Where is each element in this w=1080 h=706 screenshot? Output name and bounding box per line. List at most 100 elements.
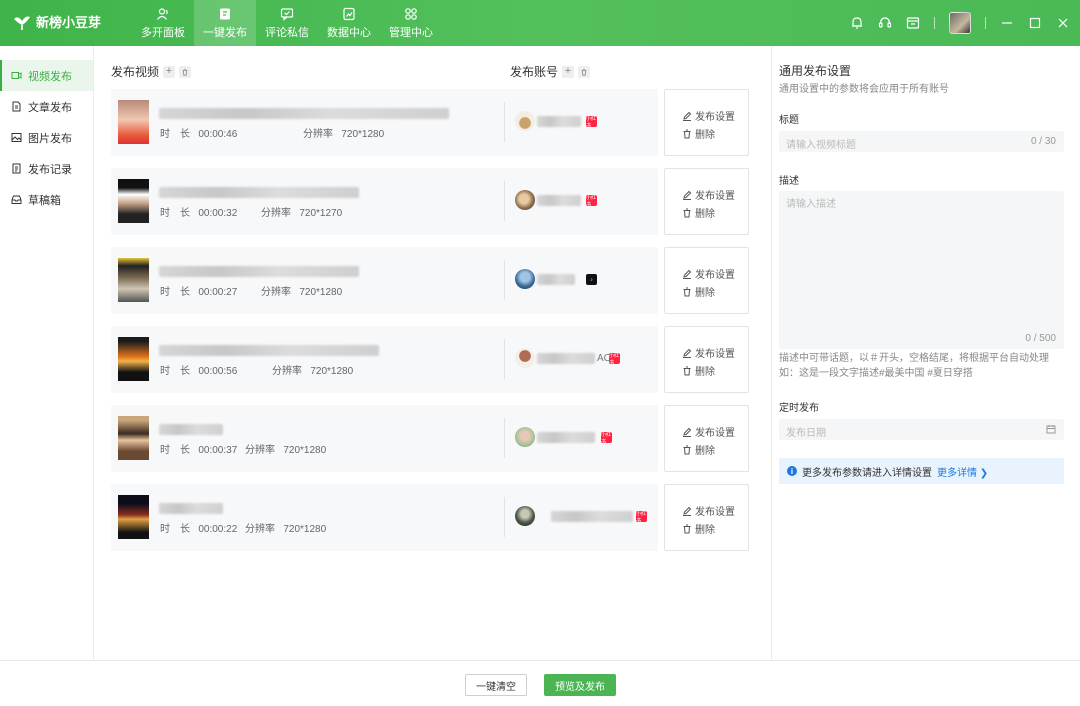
nav-label: 多开面板 (141, 26, 185, 39)
description-label: 描述 (779, 176, 799, 187)
video-thumbnail[interactable] (118, 100, 149, 144)
video-card: 时 长 00:00:27 分辨率 720*1280 ♪ (111, 247, 658, 314)
publish-icon (220, 8, 230, 19)
headset-icon[interactable] (878, 16, 892, 30)
video-thumbnail[interactable] (118, 416, 149, 460)
video-section-header: 发布视频 + (111, 63, 192, 80)
delete-button[interactable]: 删除 (682, 126, 715, 141)
video-card: 时 长 00:00:37 分辨率 720*1280 小红书 (111, 405, 658, 472)
video-card: 时 长 00:00:46 分辨率 720*1280 小红书 (111, 89, 658, 156)
nav-data-center[interactable]: 数据中心 (318, 0, 380, 46)
video-thumbnail[interactable] (118, 495, 149, 539)
trash-icon[interactable] (578, 65, 591, 78)
delete-button[interactable]: 删除 (682, 205, 715, 220)
nav-management[interactable]: 管理中心 (380, 0, 442, 46)
add-account-icon[interactable]: + (562, 65, 575, 78)
bell-icon[interactable] (850, 16, 864, 30)
nav-label: 评论私信 (265, 26, 309, 39)
edit-icon (683, 506, 692, 516)
record-icon (12, 163, 21, 174)
video-resolution: 分辨率 720*1280 (272, 366, 354, 377)
publish-settings-button[interactable]: 发布设置 (682, 266, 735, 281)
more-details-link[interactable]: 更多详情 ❯ (937, 464, 988, 479)
divider (504, 181, 505, 221)
info-banner: i 更多发布参数请进入详情设置 更多详情 ❯ (779, 458, 1064, 484)
sidebar-item-video-publish[interactable]: 视频发布 (0, 60, 93, 91)
nav-label: 数据中心 (327, 26, 371, 39)
divider (934, 17, 935, 29)
delete-button[interactable]: 删除 (682, 442, 715, 457)
video-resolution: 分辨率 720*1280 (303, 129, 385, 140)
schedule-date-input[interactable]: 发布日期 (779, 419, 1064, 440)
card-actions: 发布设置 删除 (664, 247, 749, 314)
sidebar-item-publish-record[interactable]: 发布记录 (0, 153, 93, 184)
delete-button[interactable]: 删除 (682, 284, 715, 299)
minimize-icon[interactable] (1000, 16, 1014, 30)
inbox-icon[interactable] (906, 16, 920, 30)
video-meta: 时 长 00:00:46 (160, 129, 238, 140)
schedule-placeholder: 发布日期 (786, 428, 826, 439)
publish-settings-button[interactable]: 发布设置 (682, 345, 735, 360)
drafts-icon (11, 195, 22, 204)
trash-icon (683, 445, 691, 454)
delete-button[interactable]: 删除 (682, 521, 715, 536)
edit-icon (683, 111, 692, 121)
video-meta: 时 长 00:00:32 (160, 208, 238, 219)
video-card: 时 长 00:00:32 分辨率 720*1270 小红书 (111, 168, 658, 235)
xiaohongshu-icon: 小红书 (609, 352, 620, 366)
nav-one-click-publish[interactable]: 一键发布 (194, 0, 256, 46)
trash-icon[interactable] (179, 65, 192, 78)
sidebar: 视频发布 文章发布 图片发布 发布记录 草稿箱 (0, 46, 94, 660)
info-icon: i (787, 466, 797, 476)
publish-settings-button[interactable]: 发布设置 (682, 108, 735, 123)
video-card: 时 长 00:00:56 分辨率 720*1280 AC 小红书 (111, 326, 658, 393)
delete-button[interactable]: 删除 (682, 363, 715, 378)
topic-hint: 描述中可带话题，以＃开头，空格结尾，将根据平台自动处理 如：这是一段文字描述#最… (779, 351, 1064, 381)
trash-icon (683, 366, 691, 375)
sidebar-item-article-publish[interactable]: 文章发布 (0, 91, 93, 122)
trash-icon (683, 208, 691, 217)
divider (504, 260, 505, 300)
publish-settings-button[interactable]: 发布设置 (682, 187, 735, 202)
settings-subtitle: 通用设置中的参数将会应用于所有账号 (779, 84, 949, 95)
video-thumbnail[interactable] (118, 258, 149, 302)
title-placeholder: 请输入视频标题 (786, 140, 856, 151)
card-actions: 发布设置 删除 (664, 326, 749, 393)
sidebar-item-label: 文章发布 (28, 101, 72, 114)
video-resolution: 分辨率 720*1280 (261, 287, 343, 298)
publish-settings-button[interactable]: 发布设置 (682, 503, 735, 518)
video-title-blurred (159, 345, 379, 356)
add-video-icon[interactable]: + (163, 65, 176, 78)
preview-publish-button[interactable]: 预览及发布 (544, 674, 616, 696)
video-thumbnail[interactable] (118, 179, 149, 223)
nav-multi-panel[interactable]: 多开面板 (132, 0, 194, 46)
video-title-blurred (159, 424, 223, 435)
description-textarea[interactable]: 请输入描述 0 / 500 (779, 191, 1064, 349)
description-placeholder: 请输入描述 (786, 199, 836, 210)
xiaohongshu-icon: 小红书 (636, 510, 647, 524)
account-name-blurred (551, 511, 633, 522)
video-resolution: 分辨率 720*1280 (245, 524, 327, 535)
video-title-blurred (159, 266, 359, 277)
account-avatar (515, 269, 535, 289)
sidebar-item-drafts[interactable]: 草稿箱 (0, 184, 93, 215)
video-title-blurred (159, 187, 359, 198)
divider (504, 339, 505, 379)
close-icon[interactable] (1056, 16, 1070, 30)
clear-all-button[interactable]: 一键清空 (465, 674, 527, 696)
title-char-count: 0 / 30 (1030, 136, 1056, 147)
title-input[interactable]: 请输入视频标题 0 / 30 (779, 131, 1064, 152)
account-header-label: 发布账号 (510, 65, 559, 79)
user-avatar[interactable] (949, 12, 971, 34)
video-thumbnail[interactable] (118, 337, 149, 381)
sidebar-item-image-publish[interactable]: 图片发布 (0, 122, 93, 153)
nav-comments[interactable]: 评论私信 (256, 0, 318, 46)
card-actions: 发布设置 删除 (664, 484, 749, 551)
maximize-icon[interactable] (1028, 16, 1042, 30)
account-name-blurred (537, 274, 575, 285)
title-label: 标题 (779, 115, 799, 126)
main-nav: 多开面板 一键发布 评论私信 数据中心 管理中心 (132, 0, 442, 46)
schedule-label: 定时发布 (779, 403, 819, 414)
edit-icon (683, 348, 692, 358)
publish-settings-button[interactable]: 发布设置 (682, 424, 735, 439)
